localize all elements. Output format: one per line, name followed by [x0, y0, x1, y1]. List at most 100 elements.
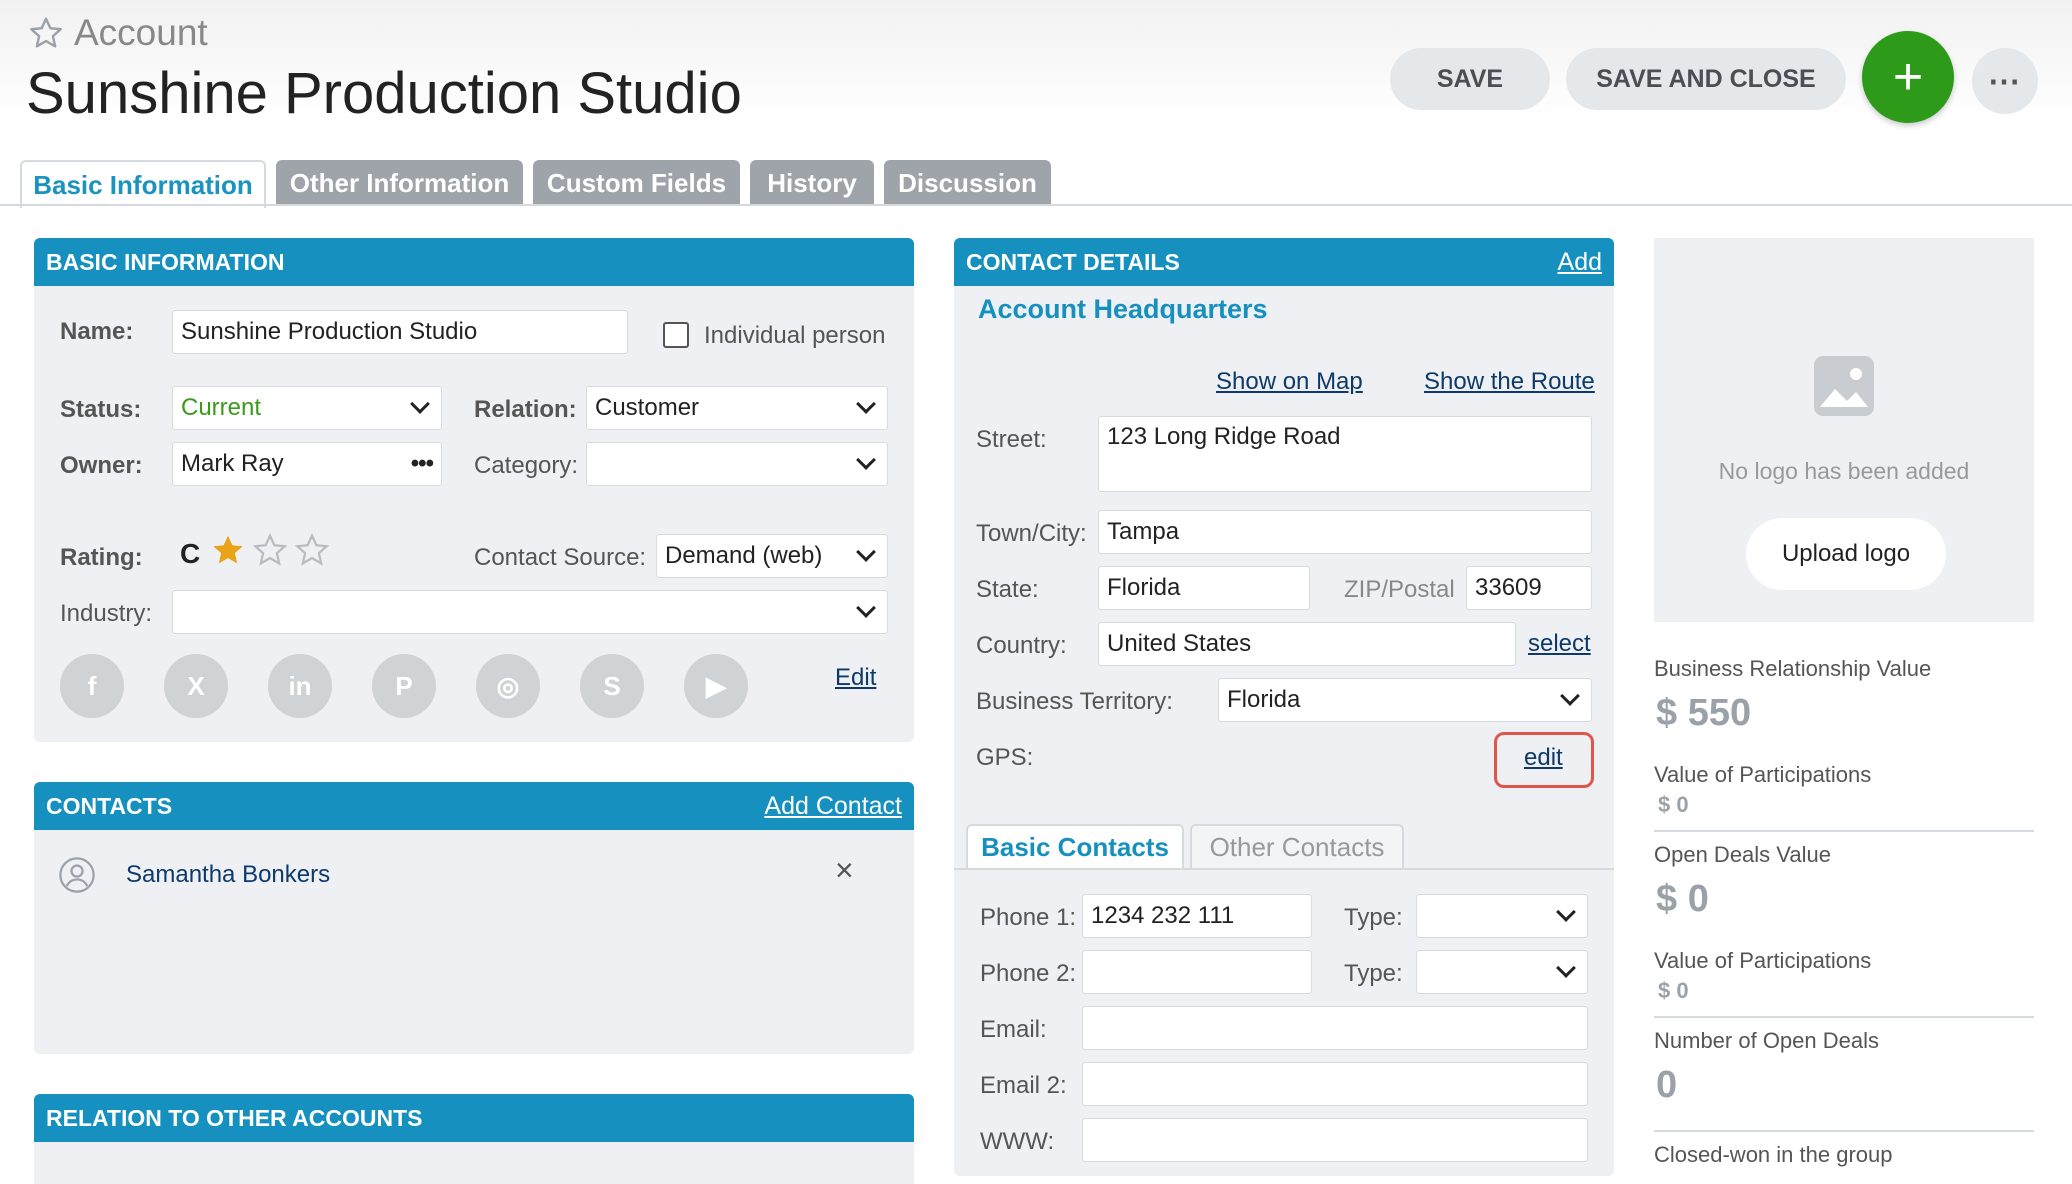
more-options-button[interactable]: ⋯ — [1972, 48, 2038, 114]
add-contact-link[interactable]: Add Contact — [764, 792, 902, 821]
panel-header: BASIC INFORMATION — [34, 238, 914, 286]
owner-label: Owner: — [60, 452, 143, 479]
panel-title: CONTACT DETAILS — [966, 248, 1180, 275]
zip-label: ZIP/Postal — [1344, 576, 1455, 603]
name-input[interactable]: Sunshine Production Studio — [172, 310, 628, 354]
contact-source-select[interactable]: Demand (web) — [656, 534, 888, 578]
rating-grade: C — [180, 538, 201, 569]
individual-person-checkbox[interactable] — [663, 322, 689, 348]
remove-contact-icon[interactable]: × — [835, 852, 854, 889]
stat-value: $ 0 — [1658, 978, 1689, 1003]
entity-label: Account — [28, 12, 208, 54]
contact-name[interactable]: Samantha Bonkers — [126, 861, 330, 889]
country-label: Country: — [976, 632, 1067, 659]
upload-logo-button[interactable]: Upload logo — [1746, 518, 1946, 590]
stat-label: Number of Open Deals — [1654, 1028, 1879, 1053]
phone2-label: Phone 2: — [980, 960, 1077, 987]
tab-discussion[interactable]: Discussion — [884, 160, 1051, 206]
stat-value: 0 — [1656, 1064, 1678, 1106]
name-label: Name: — [60, 318, 134, 345]
star-empty-icon[interactable] — [252, 532, 288, 568]
panel-header: RELATION TO OTHER ACCOUNTS — [34, 1094, 914, 1142]
tab-history[interactable]: History — [750, 160, 874, 206]
save-and-close-button[interactable]: SAVE AND CLOSE — [1566, 48, 1846, 110]
linkedin-icon[interactable]: in — [268, 654, 332, 718]
star-filled-icon[interactable] — [210, 532, 246, 568]
status-value: Current — [181, 394, 262, 421]
phone2-type-label: Type: — [1344, 960, 1403, 987]
tab-other-contacts[interactable]: Other Contacts — [1190, 824, 1404, 868]
stat-label: Value of Participations — [1654, 762, 1872, 787]
relation-value: Customer — [595, 394, 700, 421]
panel-title: CONTACTS — [46, 792, 173, 819]
x-icon[interactable]: X — [164, 654, 228, 718]
city-input[interactable]: Tampa — [1098, 510, 1592, 554]
territory-select[interactable]: Florida — [1218, 678, 1592, 722]
industry-select[interactable] — [172, 590, 888, 634]
industry-label: Industry: — [60, 600, 153, 627]
relation-panel: RELATION TO OTHER ACCOUNTS — [34, 1094, 914, 1184]
chevron-down-icon — [1556, 958, 1576, 978]
stat-divider — [1654, 1016, 2034, 1018]
select-country-link[interactable]: select — [1528, 630, 1591, 658]
rating-label: Rating: — [60, 544, 143, 571]
owner-field[interactable]: Mark Ray ••• — [172, 442, 442, 486]
social-links: f X in P ◎ S ▶ — [60, 654, 748, 718]
gps-edit-link[interactable]: edit — [1524, 744, 1563, 772]
status-label: Status: — [60, 396, 142, 423]
www-label: WWW: — [980, 1128, 1055, 1155]
chevron-down-icon — [856, 450, 876, 470]
tab-basic-information[interactable]: Basic Information — [20, 160, 266, 208]
edit-social-link[interactable]: Edit — [835, 664, 876, 692]
facebook-icon[interactable]: f — [60, 654, 124, 718]
zip-input[interactable]: 33609 — [1466, 566, 1592, 610]
phone2-input[interactable] — [1082, 950, 1312, 994]
relation-label: Relation: — [474, 396, 577, 423]
list-item[interactable]: Samantha Bonkers — [58, 856, 330, 894]
phone1-input[interactable]: 1234 232 111 — [1082, 894, 1312, 938]
tab-other-information[interactable]: Other Information — [276, 160, 523, 206]
gps-label: GPS: — [976, 744, 1034, 771]
pinterest-icon[interactable]: P — [372, 654, 436, 718]
panel-header: CONTACT DETAILS Add — [954, 238, 1614, 286]
page-title: Sunshine Production Studio — [26, 61, 742, 126]
contact-source-value: Demand (web) — [665, 542, 823, 569]
panel-title: RELATION TO OTHER ACCOUNTS — [46, 1104, 423, 1131]
add-address-link[interactable]: Add — [1558, 248, 1602, 277]
category-label: Category: — [474, 452, 579, 479]
star-empty-icon[interactable] — [294, 532, 330, 568]
phone1-type-label: Type: — [1344, 904, 1403, 931]
panel-title: BASIC INFORMATION — [46, 248, 285, 275]
tab-basic-contacts[interactable]: Basic Contacts — [966, 824, 1184, 868]
chevron-down-icon — [410, 394, 430, 414]
tab-custom-fields[interactable]: Custom Fields — [533, 160, 740, 206]
category-select[interactable] — [586, 442, 888, 486]
phone2-type-select[interactable] — [1416, 950, 1588, 994]
show-on-map-link[interactable]: Show on Map — [1216, 368, 1363, 396]
owner-lookup-icon[interactable]: ••• — [411, 450, 434, 478]
entity-type-text: Account — [74, 12, 208, 53]
territory-value: Florida — [1227, 686, 1301, 713]
save-button[interactable]: SAVE — [1390, 48, 1550, 110]
stat-value: $ 0 — [1658, 792, 1689, 817]
individual-person-label: Individual person — [704, 322, 886, 349]
instagram-icon[interactable]: ◎ — [476, 654, 540, 718]
add-button[interactable]: + — [1862, 31, 1954, 123]
youtube-icon[interactable]: ▶ — [684, 654, 748, 718]
phone1-type-select[interactable] — [1416, 894, 1588, 938]
show-route-link[interactable]: Show the Route — [1424, 368, 1595, 396]
stat-divider — [1654, 830, 2034, 832]
rating-stars[interactable] — [210, 532, 330, 568]
email2-input[interactable] — [1082, 1062, 1588, 1106]
state-input[interactable]: Florida — [1098, 566, 1310, 610]
email-input[interactable] — [1082, 1006, 1588, 1050]
relation-select[interactable]: Customer — [586, 386, 888, 430]
street-input[interactable]: 123 Long Ridge Road — [1098, 416, 1592, 492]
subtab-divider — [954, 868, 1614, 870]
status-select[interactable]: Current — [172, 386, 442, 430]
www-input[interactable] — [1082, 1118, 1588, 1162]
country-input[interactable]: United States — [1098, 622, 1516, 666]
skype-icon[interactable]: S — [580, 654, 644, 718]
favorite-star-icon[interactable] — [28, 15, 64, 51]
contact-source-label: Contact Source: — [474, 544, 647, 571]
